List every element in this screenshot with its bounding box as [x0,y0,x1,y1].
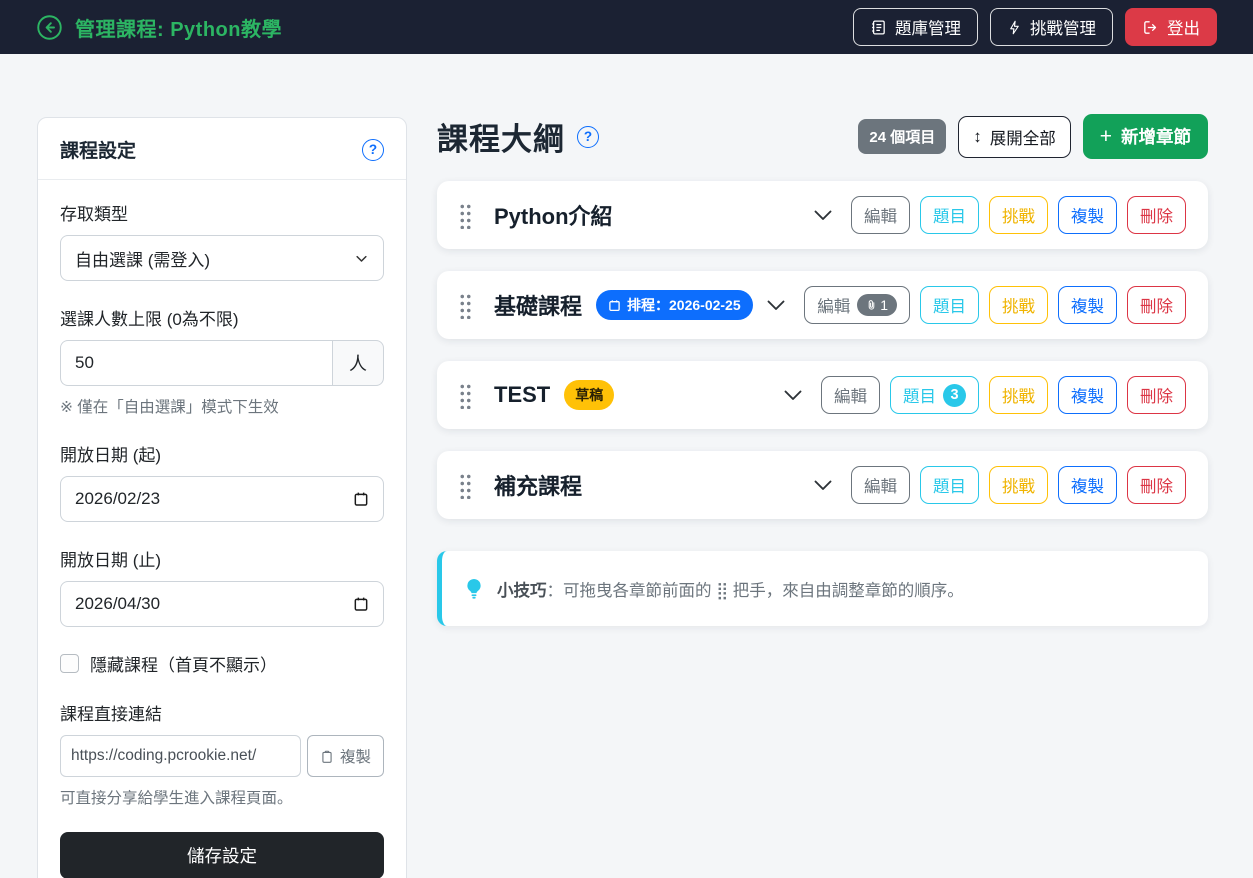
settings-help-icon[interactable]: ? [362,139,384,161]
expand-arrows-icon: ↕ [973,127,982,147]
date-end-label: 開放日期 (止) [60,546,384,571]
drag-handle[interactable] [459,382,472,409]
access-type-select[interactable]: 自由選課 (需登入) [60,235,384,281]
copy-link-button[interactable]: 複製 [307,735,384,777]
calendar-icon[interactable] [353,596,369,612]
draft-badge: 草稿 [564,380,614,410]
outline-title: 課程大綱 [437,114,565,159]
chapter-title: TEST [494,382,550,408]
course-link-input[interactable] [60,735,301,777]
challenge-manage-button[interactable]: 挑戰管理 [990,8,1113,46]
edit-button[interactable]: 編輯 [851,466,910,504]
questions-button[interactable]: 題目 [920,196,979,234]
questions-button[interactable]: 題目 [920,286,979,324]
drag-handle[interactable] [459,472,472,499]
back-arrow-icon [36,14,63,41]
journal-icon [870,19,887,36]
date-start-input[interactable]: 2026/02/23 [60,476,384,522]
calendar-icon[interactable] [353,491,369,507]
hide-course-label: 隱藏課程（首頁不顯示） [90,651,277,676]
lightning-icon [1007,19,1022,36]
duplicate-button[interactable]: 複製 [1058,196,1117,234]
questions-button[interactable]: 題目 [920,466,979,504]
delete-button[interactable]: 刪除 [1127,196,1186,234]
settings-title: 課程設定 [60,136,136,163]
logout-icon [1142,19,1159,36]
attachment-count-badge: 1 [857,294,897,316]
date-start-label: 開放日期 (起) [60,441,384,466]
course-link-note: 可直接分享給學生進入課程頁面。 [60,786,384,808]
plus-icon: + [1100,126,1112,147]
tip-text: 小技巧：可拖曳各章節前面的 ⣿ 把手，來自由調整章節的順序。 [497,577,964,601]
question-bank-button[interactable]: 題庫管理 [853,8,978,46]
questions-button[interactable]: 題目 3 [890,376,979,414]
chapter-row: 基礎課程 排程：2026-02-25 編輯 [437,271,1208,339]
chevron-down-icon[interactable] [781,383,805,407]
question-count-badge: 3 [943,384,966,407]
chapter-row: 補充課程 編輯 題目 挑戰 複製 刪除 [437,451,1208,519]
delete-button[interactable]: 刪除 [1127,376,1186,414]
chapter-title: Python介紹 [494,199,613,231]
challenge-button[interactable]: 挑戰 [989,196,1048,234]
capacity-label: 選課人數上限 (0為不限) [60,305,384,330]
challenge-button[interactable]: 挑戰 [989,466,1048,504]
delete-button[interactable]: 刪除 [1127,286,1186,324]
chevron-down-icon[interactable] [764,293,788,317]
course-outline-section: 課程大綱 ? 24 個項目 ↕ 展開全部 + 新增章節 Python介紹 編輯 … [437,114,1208,626]
outline-help-icon[interactable]: ? [577,126,599,148]
save-settings-button[interactable]: 儲存設定 [60,832,384,878]
chapter-title: 基礎課程 [494,289,582,321]
calendar-icon [608,299,621,312]
clipboard-icon [320,749,334,764]
chapter-row: TEST 草稿 編輯 題目 3 挑戰 複製 刪除 [437,361,1208,429]
top-navbar: 管理課程: Python教學 題庫管理 挑戰管理 [0,0,1253,54]
capacity-note: ※ 僅在「自由選課」模式下生效 [60,395,384,417]
item-count-badge: 24 個項目 [858,119,946,154]
drag-handle[interactable] [459,292,472,319]
tip-box: 小技巧：可拖曳各章節前面的 ⣿ 把手，來自由調整章節的順序。 [437,551,1208,626]
chapter-row: Python介紹 編輯 題目 挑戰 複製 刪除 [437,181,1208,249]
chevron-down-icon[interactable] [811,473,835,497]
expand-all-button[interactable]: ↕ 展開全部 [958,116,1071,158]
logout-button[interactable]: 登出 [1125,8,1217,46]
hide-course-checkbox[interactable] [60,654,79,673]
schedule-badge: 排程：2026-02-25 [596,290,753,320]
edit-button[interactable]: 編輯 [851,196,910,234]
page-title: 管理課程: Python教學 [75,13,282,42]
capacity-unit-suffix: 人 [332,340,384,386]
capacity-input[interactable] [60,340,332,386]
chapter-title: 補充課程 [494,469,582,501]
back-button[interactable] [36,14,63,41]
paperclip-icon [866,299,877,311]
edit-button[interactable]: 編輯 1 [804,286,910,324]
course-link-label: 課程直接連結 [60,700,384,725]
course-settings-panel: 課程設定 ? 存取類型 自由選課 (需登入) 選課人數上限 (0為不限) 人 ※… [37,117,407,878]
add-chapter-button[interactable]: + 新增章節 [1083,114,1208,159]
duplicate-button[interactable]: 複製 [1058,376,1117,414]
chevron-down-icon [354,251,369,266]
access-type-label: 存取類型 [60,200,384,225]
duplicate-button[interactable]: 複製 [1058,286,1117,324]
delete-button[interactable]: 刪除 [1127,466,1186,504]
chevron-down-icon[interactable] [811,203,835,227]
drag-handle[interactable] [459,202,472,229]
edit-button[interactable]: 編輯 [821,376,880,414]
lightbulb-icon [464,578,484,600]
challenge-button[interactable]: 挑戰 [989,376,1048,414]
duplicate-button[interactable]: 複製 [1058,466,1117,504]
challenge-button[interactable]: 挑戰 [989,286,1048,324]
date-end-input[interactable]: 2026/04/30 [60,581,384,627]
